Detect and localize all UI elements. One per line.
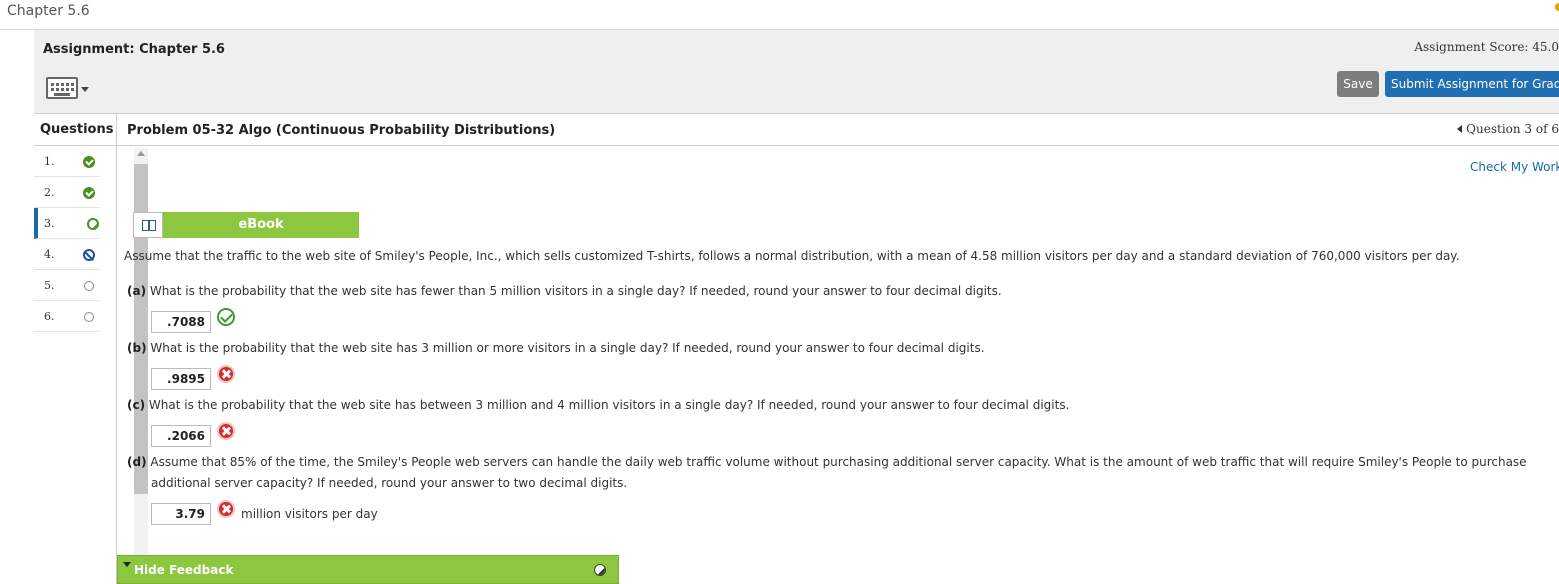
top-bar: Chapter 5.6 [0, 0, 1559, 30]
assignment-score: Assignment Score: 45.0 [1414, 40, 1559, 54]
part-text: What is the probability that the web sit… [149, 284, 1002, 298]
assignment-title: Assignment: Chapter 5.6 [43, 42, 225, 57]
cross-icon [217, 365, 235, 383]
submit-assignment-button[interactable]: Submit Assignment for Gradin [1385, 71, 1559, 97]
partial-status-icon [87, 218, 99, 230]
correct-status-icon [83, 187, 95, 199]
question-list: 1. 2. 3. 4. 5. 6. [34, 146, 100, 332]
part-c-answer-field[interactable]: .2066 [151, 425, 211, 447]
feedback-label: Hide Feedback [134, 563, 234, 577]
part-tag: (b) [127, 341, 147, 355]
chevron-left-icon[interactable] [1457, 125, 1463, 133]
question-item-6[interactable]: 6. [34, 301, 100, 332]
part-d-question-continued: additional server capacity? If needed, r… [151, 476, 628, 490]
assignment-header: Assignment: Chapter 5.6 Assignment Score… [34, 30, 1559, 114]
questions-heading: Questions [34, 114, 117, 146]
part-tag: (d) [127, 455, 147, 469]
part-a-question: (a) What is the probability that the web… [127, 284, 1002, 298]
window-title: Chapter 5.6 [7, 3, 90, 19]
correct-status-icon [83, 156, 95, 168]
part-text: Assume that 85% of the time, the Smiley'… [150, 455, 1527, 469]
part-b-question: (b) What is the probability that the web… [127, 341, 985, 355]
part-text: What is the probability that the web sit… [150, 341, 985, 355]
part-b-answer-field[interactable]: .9895 [151, 368, 211, 390]
part-c-question: (c) What is the probability that the web… [127, 398, 1069, 412]
keyboard-icon[interactable] [46, 75, 90, 103]
save-button[interactable]: Save [1337, 71, 1379, 97]
question-item-1[interactable]: 1. [34, 146, 100, 177]
part-d-answer-field[interactable]: 3.79 [151, 503, 211, 525]
question-item-2[interactable]: 2. [34, 177, 100, 208]
question-item-5[interactable]: 5. [34, 270, 100, 301]
ebook-button[interactable]: eBook [133, 212, 359, 238]
check-my-work-link[interactable]: Check My Work [1470, 160, 1559, 174]
problem-header: Problem 05-32 Algo (Continuous Probabili… [117, 114, 1559, 146]
questions-panel: Questions 1. 2. 3. 4. 5. 6. [34, 114, 148, 584]
notification-icon[interactable] [1555, 3, 1559, 11]
ebook-icon [133, 212, 163, 238]
part-a-answer-field[interactable]: .7088 [151, 311, 211, 333]
scroll-up-icon[interactable] [137, 151, 145, 156]
question-navigator[interactable]: Question 3 of 6 [1457, 122, 1559, 136]
question-number: 1. [44, 155, 55, 168]
question-position: Question 3 of 6 [1466, 122, 1559, 136]
unanswered-status-icon [84, 281, 94, 291]
feedback-toggle-icon [594, 564, 606, 576]
question-item-4[interactable]: 4. [34, 239, 100, 270]
cross-icon [217, 500, 235, 518]
part-text: What is the probability that the web sit… [148, 398, 1070, 412]
part-d-unit: million visitors per day [241, 507, 378, 521]
chevron-down-icon [81, 87, 89, 92]
part-tag: (a) [127, 284, 147, 298]
hide-feedback-toggle[interactable]: Hide Feedback [117, 555, 619, 584]
chevron-down-icon [123, 562, 131, 567]
cross-icon [217, 422, 235, 440]
part-d-question: (d) Assume that 85% of the time, the Smi… [127, 455, 1527, 469]
question-item-3[interactable]: 3. [34, 208, 100, 239]
question-number: 2. [44, 186, 55, 199]
check-icon [217, 308, 235, 326]
problem-intro: Assume that the traffic to the web site … [124, 249, 1460, 263]
question-number: 6. [44, 310, 55, 323]
ebook-label: eBook [163, 212, 359, 238]
question-number: 5. [44, 279, 55, 292]
unanswered-status-icon [84, 312, 94, 322]
problem-title: Problem 05-32 Algo (Continuous Probabili… [127, 123, 556, 138]
blocked-status-icon [83, 249, 95, 261]
part-tag: (c) [127, 398, 146, 412]
question-number: 3. [44, 217, 55, 230]
question-number: 4. [44, 248, 55, 261]
